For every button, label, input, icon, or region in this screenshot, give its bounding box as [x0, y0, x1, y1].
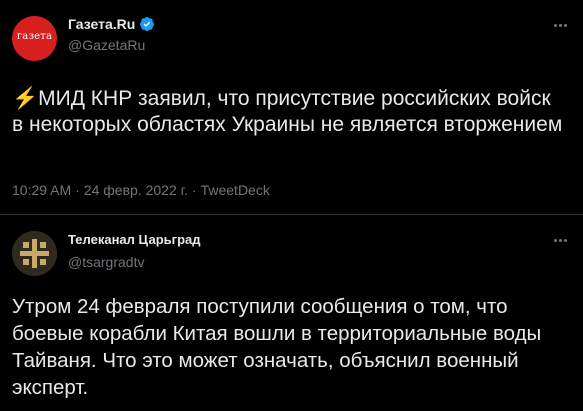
author-name[interactable]: Телеканал Царьград: [68, 232, 201, 247]
author-handle[interactable]: @GazetaRu: [68, 37, 145, 53]
tweet-source[interactable]: TweetDeck: [201, 182, 270, 198]
tweet-time[interactable]: 10:29 AM: [12, 182, 71, 198]
author-handle[interactable]: @tsargradtv: [68, 254, 144, 270]
author-row: Газета.Ru: [68, 16, 155, 32]
tweet-body: Утром 24 февраля поступили сообщения о т…: [12, 295, 542, 399]
avatar-logo-text: газета: [16, 31, 53, 42]
tweet-gazeta[interactable]: газета Газета.Ru @GazetaRu ⚡МИД КНР заяв…: [0, 0, 583, 214]
avatar-tsargrad[interactable]: [12, 231, 57, 276]
author-row: Телеканал Царьград: [68, 232, 201, 247]
tweet-date[interactable]: 24 февр. 2022 г.: [84, 182, 188, 198]
more-dots-icon[interactable]: [550, 235, 570, 245]
lightning-icon: ⚡: [12, 87, 39, 110]
meta-separator: ·: [191, 182, 197, 198]
tweet-meta: 10:29 AM · 24 февр. 2022 г. · TweetDeck: [12, 182, 270, 198]
tweet-tsargrad[interactable]: Телеканал Царьград @tsargradtv Утром 24 …: [0, 214, 583, 411]
tweet-body: МИД КНР заявил, что присутствие российск…: [12, 87, 563, 136]
meta-separator: ·: [75, 182, 80, 198]
more-dots-icon[interactable]: [550, 20, 570, 30]
avatar-gazeta[interactable]: газета: [12, 16, 57, 61]
tweet-text: ⚡МИД КНР заявил, что присутствие российс…: [12, 86, 563, 138]
cross-emblem-icon: [12, 231, 57, 276]
author-name[interactable]: Газета.Ru: [68, 16, 135, 32]
verified-badge-icon: [140, 17, 155, 32]
